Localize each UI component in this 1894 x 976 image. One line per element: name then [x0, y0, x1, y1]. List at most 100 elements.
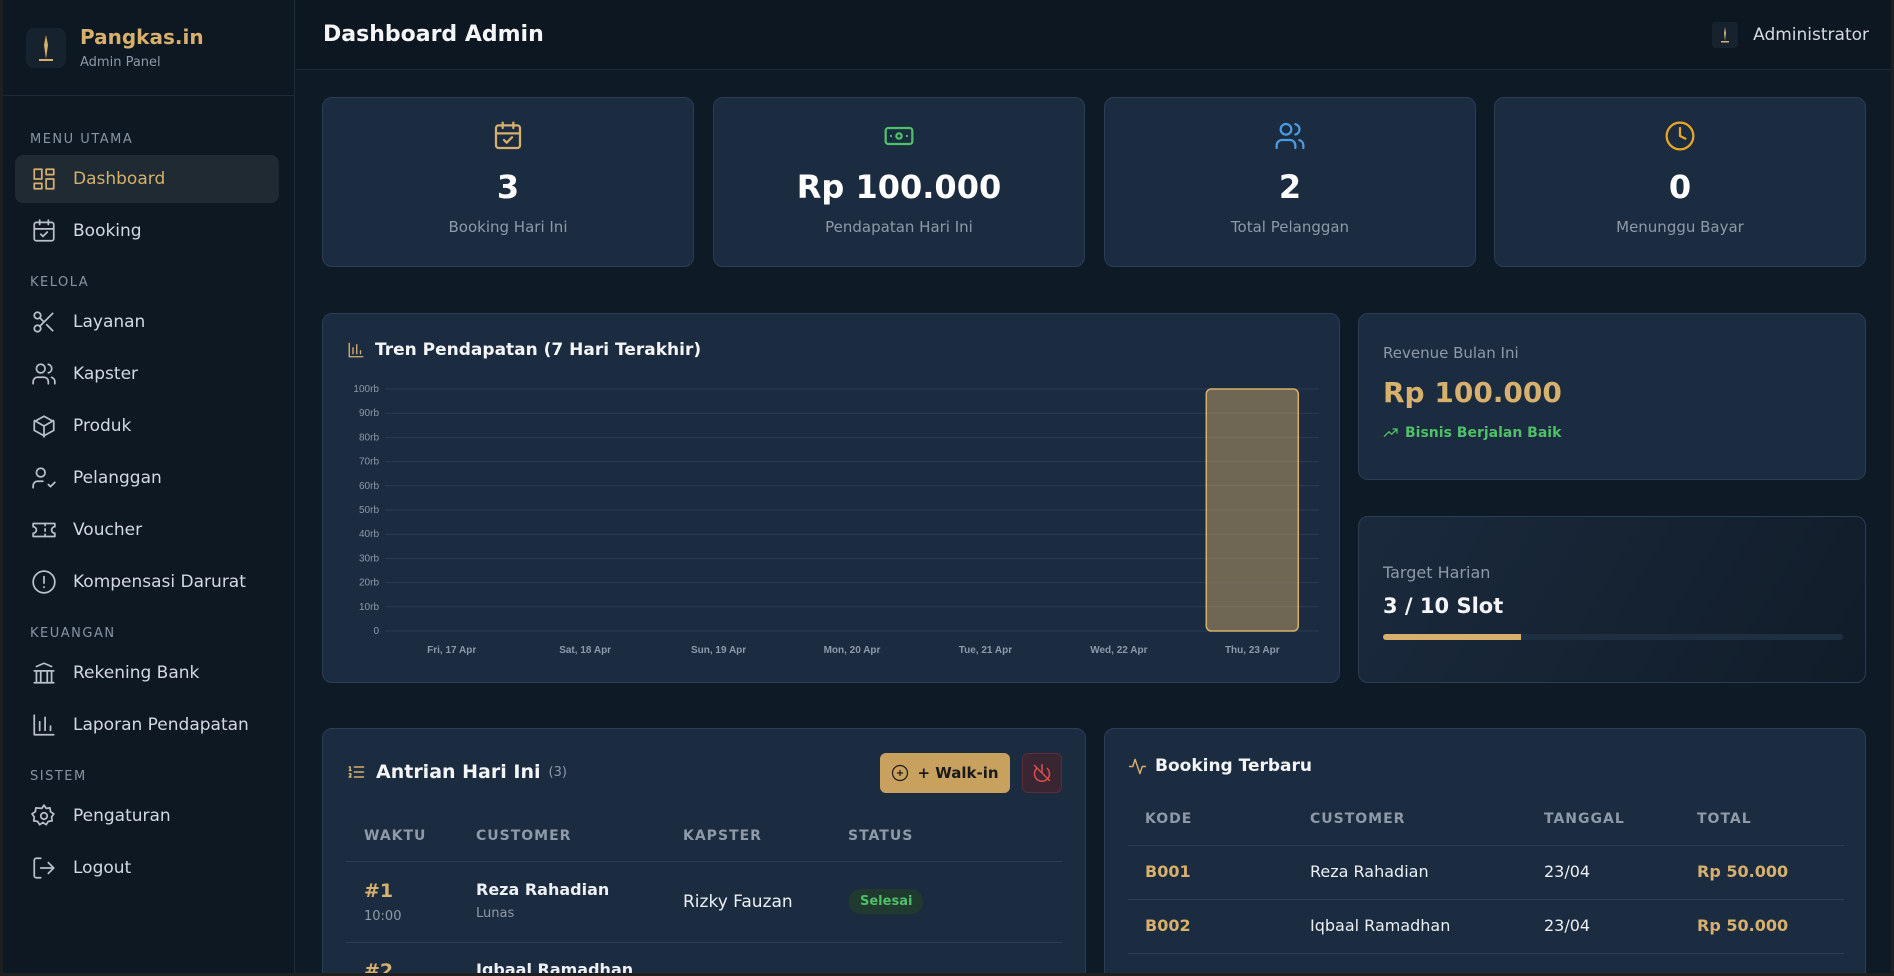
revenue-chart: 0 10rb 20rb 30rb 40rb 50rb 60rb 70rb 80rb 90rb 100… [353, 384, 1319, 656]
daily-target-card: Target Harian 3 / 10 Slot [1358, 516, 1866, 683]
queue-customer: Iqbaal Ramadhan [476, 960, 634, 976]
x-tick-label: Fri, 17 Apr [427, 645, 476, 656]
sidebar-item-laporan-pendapatan[interactable]: Laporan Pendapatan [15, 701, 279, 749]
booking-date: 23/04 [1544, 916, 1591, 935]
gear-icon [31, 804, 55, 826]
user-check-icon [32, 467, 56, 489]
box-icon [33, 415, 55, 438]
stat-label: Menunggu Bayar [1616, 218, 1744, 236]
brand-name: Pangkas.in [80, 25, 204, 49]
y-tick-label: 30rb [359, 553, 379, 564]
nav-section-label: SISTEM [30, 769, 87, 784]
sidebar-item-label: Dashboard [73, 169, 166, 189]
revenue-label: Revenue Bulan Ini [1383, 344, 1519, 362]
avatar [1712, 21, 1739, 48]
sidebar-item-pengaturan[interactable]: Pengaturan [15, 792, 279, 840]
y-tick-label: 20rb [359, 578, 379, 589]
divider [346, 942, 1062, 943]
divider [1128, 899, 1844, 900]
queue-payment: Lunas [476, 906, 515, 921]
queue-count: (3) [548, 764, 567, 780]
target-progress-bar [1383, 634, 1843, 640]
stat-value: 3 [496, 168, 520, 206]
sidebar-item-rekening-bank[interactable]: Rekening Bank [15, 649, 279, 697]
revenue-trend: Bisnis Berjalan Baik [1383, 425, 1841, 441]
sidebar-item-label: Voucher [73, 520, 143, 540]
sidebar-item-booking[interactable]: Booking [15, 207, 279, 255]
divider [1128, 845, 1844, 846]
logout-icon [33, 857, 55, 879]
user-name: Administrator [1753, 24, 1869, 45]
booking-code: B002 [1145, 916, 1191, 935]
stat-value: 0 [1668, 168, 1692, 206]
stat-card-pendapatan: Rp 100.000 Pendapatan Hari Ini [713, 97, 1085, 267]
stat-value: 2 [1278, 168, 1302, 206]
stat-card-menunggu-bayar: 0 Menunggu Bayar [1494, 97, 1866, 267]
stat-label: Booking Hari Ini [448, 218, 568, 236]
brand-logo [26, 27, 66, 68]
ticket-icon [32, 522, 56, 538]
x-tick-label: Thu, 23 Apr [1225, 645, 1280, 656]
dashboard-icon [33, 168, 55, 190]
sidebar-item-dashboard[interactable]: Dashboard [15, 155, 279, 203]
y-tick-label: 100rb [353, 384, 379, 395]
stat-value: Rp 100.000 [796, 168, 1002, 206]
sidebar-item-label: Layanan [73, 312, 146, 332]
sidebar-item-label: Logout [73, 858, 132, 878]
calendar-check-icon [33, 219, 55, 242]
bookings-header-tanggal: TANGGAL [1544, 811, 1625, 827]
booking-code: B001 [1145, 862, 1191, 881]
sidebar-item-kapster[interactable]: Kapster [15, 350, 279, 398]
x-tick-label: Wed, 22 Apr [1090, 645, 1147, 656]
x-tick-label: Sun, 19 Apr [691, 645, 746, 656]
sidebar: Pangkas.in Admin Panel MENU UTAMA Dashbo… [0, 0, 295, 976]
sidebar-item-label: Kapster [73, 364, 139, 384]
queue-header-status: STATUS [848, 828, 914, 844]
queue-title: Antrian Hari Ini [376, 761, 541, 783]
chart-bar[interactable] [1205, 388, 1300, 632]
close-queue-button[interactable] [1022, 753, 1062, 793]
sidebar-item-layanan[interactable]: Layanan [15, 298, 279, 346]
y-tick-label: 80rb [359, 432, 379, 443]
divider [1128, 953, 1844, 954]
stat-card-booking: 3 Booking Hari Ini [322, 97, 694, 267]
booking-total: Rp 50.000 [1697, 916, 1789, 935]
target-value: 3 / 10 Slot [1383, 594, 1504, 618]
queue-number: #2 [364, 960, 394, 976]
walk-in-button[interactable]: + Walk-in [880, 753, 1010, 793]
y-tick-label: 40rb [359, 529, 379, 540]
y-tick-label: 50rb [359, 505, 379, 516]
nav-section-label: MENU UTAMA [30, 132, 134, 147]
sidebar-item-produk[interactable]: Produk [15, 402, 279, 450]
revenue-month-card: Revenue Bulan Ini Rp 100.000 Bisnis Berj… [1358, 313, 1866, 480]
nav-section-label: KEUANGAN [30, 626, 116, 641]
bookings-header-kode: KODE [1145, 811, 1193, 827]
sidebar-item-kompensasi-darurat[interactable]: Kompensasi Darurat [15, 558, 279, 606]
sidebar-item-label: Kompensasi Darurat [73, 572, 246, 592]
booking-date: 23/04 [1544, 862, 1591, 881]
brand[interactable]: Pangkas.in Admin Panel [0, 0, 294, 96]
sidebar-item-pelanggan[interactable]: Pelanggan [15, 454, 279, 502]
users-icon [32, 363, 56, 385]
revenue-trend-text: Bisnis Berjalan Baik [1405, 425, 1562, 441]
sidebar-item-label: Pengaturan [73, 806, 171, 826]
booking-total: Rp 50.000 [1697, 862, 1789, 881]
booking-customer: Reza Rahadian [1310, 862, 1429, 881]
calendar-check-icon [494, 121, 522, 150]
sidebar-item-logout[interactable]: Logout [15, 844, 279, 892]
target-progress-fill [1383, 634, 1521, 640]
y-tick-label: 90rb [359, 408, 379, 419]
topbar: Dashboard Admin Administrator [296, 0, 1894, 70]
stat-label: Total Pelanggan [1230, 218, 1350, 236]
trending-up-icon [1383, 428, 1398, 437]
x-tick-label: Sat, 18 Apr [559, 645, 611, 656]
sidebar-item-label: Pelanggan [73, 468, 162, 488]
queue-header-waktu: WAKTU [364, 828, 427, 844]
y-tick-label: 10rb [359, 602, 379, 613]
users-icon [1275, 122, 1305, 150]
sidebar-item-label: Rekening Bank [73, 663, 200, 683]
sidebar-item-voucher[interactable]: Voucher [15, 506, 279, 554]
user-menu[interactable]: Administrator [1712, 21, 1869, 48]
list-ordered-icon [348, 766, 365, 778]
queue-customer: Reza Rahadian [476, 880, 610, 899]
